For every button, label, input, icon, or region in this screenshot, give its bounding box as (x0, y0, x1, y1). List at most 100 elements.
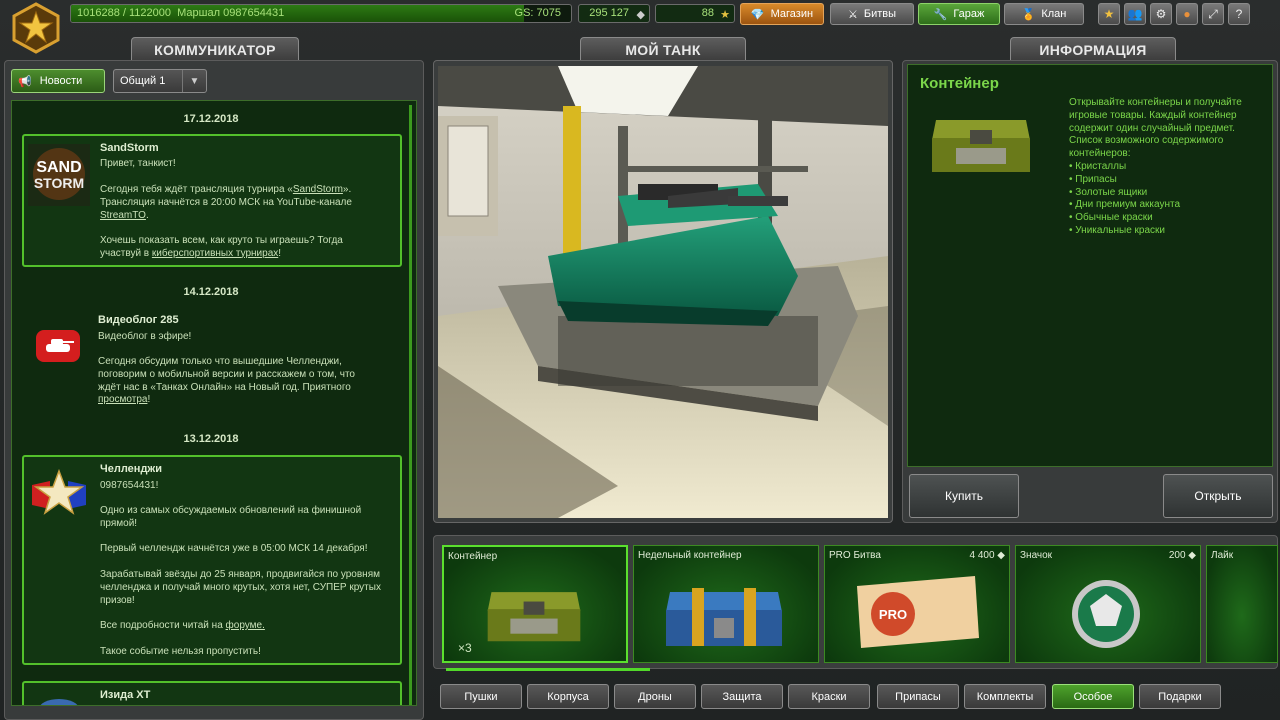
info-description: Открывайте контейнеры и получайте игровы… (1069, 97, 1265, 238)
language-icon[interactable]: ● (1176, 3, 1198, 25)
tab-my-tank[interactable]: МОЙ ТАНК (580, 37, 746, 61)
category-protection[interactable]: Защита (701, 684, 783, 709)
streamto-link[interactable]: StreamTO (100, 210, 146, 221)
experience-text: 1016288 / 1122000 Маршал 0987654431 (77, 7, 285, 19)
item-quantity: ×3 (458, 641, 472, 655)
item-name: Значок (1020, 550, 1053, 561)
news-title: SandStorm (100, 142, 159, 154)
wrench-icon: 🔧 (933, 8, 948, 21)
item-name: Недельный контейнер (638, 550, 742, 561)
news-card: SAND STORM SandStorm Привет, танкист! Се… (22, 134, 402, 267)
megaphone-icon: 📢 (18, 75, 32, 88)
news-card: Видеоблог 285 Видеоблог в эфире! Сегодня… (22, 308, 402, 438)
news-greeting: Видеоблог в эфире! (98, 331, 192, 342)
item-like[interactable]: Лайк (1206, 545, 1278, 663)
rank-icon (10, 2, 62, 54)
crystals-value: 295 127 (589, 7, 629, 19)
news-body: Одно из самых обсуждаемых обновлений на … (100, 505, 362, 529)
container-image (926, 100, 1036, 180)
news-date: 14.12.2018 (183, 286, 239, 298)
battles-button[interactable]: ⚔ Битвы (830, 3, 914, 25)
tournaments-link[interactable]: киберспортивных турнирах (152, 248, 278, 259)
settings-gear-icon[interactable]: ⚙ (1150, 3, 1172, 25)
challenge-star-icon (28, 463, 90, 525)
info-title: Контейнер (920, 75, 999, 92)
buy-button[interactable]: Купить (909, 474, 1019, 518)
video-link[interactable]: просмотра (98, 394, 147, 405)
content-list-item: • Уникальные краски (1069, 224, 1166, 236)
item-name: Лайк (1211, 550, 1234, 561)
svg-text:SAND: SAND (36, 159, 81, 176)
game-window: { "topbar": { "xp_text": "1016288 / 1122… (0, 0, 1280, 720)
news-feed[interactable]: 17.12.2018 SAND STORM SandStorm Привет, … (11, 100, 417, 706)
news-card: Изида XT (22, 681, 402, 705)
news-date: 13.12.2018 (183, 433, 239, 445)
item-pro-battle[interactable]: PRO Битва 4 400 ◆ PRO (824, 545, 1010, 663)
star-icon: ★ (720, 9, 730, 21)
content-list-item: • Обычные краски (1069, 212, 1153, 224)
isida-icon (28, 687, 90, 705)
weekly-container-icon (666, 588, 782, 646)
stars-counter: 88 ★ (655, 4, 735, 23)
container-icon (487, 592, 581, 642)
content-list-item: • Золотые ящики (1069, 186, 1148, 198)
garage-button[interactable]: 🔧 Гараж (918, 3, 1000, 25)
forum-link[interactable]: форуме. (226, 620, 265, 631)
shop-button[interactable]: 💎 Магазин (740, 3, 824, 25)
item-price: 4 400 ◆ (969, 550, 1005, 561)
channel-select[interactable]: Общий 1 ▼ (113, 69, 207, 93)
youtube-tank-icon (26, 314, 88, 376)
category-paints[interactable]: Краски (788, 684, 870, 709)
news-title: Изида XT (100, 689, 151, 701)
item-container[interactable]: Контейнер ×3 (442, 545, 628, 663)
category-kits[interactable]: Комплекты (964, 684, 1046, 709)
news-title: Видеоблог 285 (98, 314, 179, 326)
sandstorm-link[interactable]: SandStorm (293, 184, 343, 195)
category-special[interactable]: Особое (1052, 684, 1134, 709)
item-weekly-container[interactable]: Недельный контейнер (633, 545, 819, 663)
tank-garage-view[interactable] (438, 66, 888, 518)
badge-icon (1072, 580, 1140, 648)
item-name: Контейнер (448, 551, 498, 562)
content-list-item: • Кристаллы (1069, 160, 1127, 172)
medal-icon: 🏅 (1021, 8, 1036, 21)
strip-scrollbar[interactable] (446, 668, 650, 671)
category-drones[interactable]: Дроны (614, 684, 696, 709)
feed-scrollbar[interactable] (409, 105, 412, 705)
news-greeting: 0987654431! (100, 480, 159, 491)
news-body: Сегодня тебя ждёт трансляция турнира «Sa… (100, 184, 352, 221)
news-card: Челленджи 0987654431! Одно из самых обсу… (22, 455, 402, 665)
crossed-swords-icon: ⚔ (847, 8, 858, 21)
clan-button[interactable]: 🏅 Клан (1004, 3, 1084, 25)
news-body: Первый челлендж начнётся уже в 05:00 МСК… (100, 543, 368, 554)
news-body: Все подробности читай на форуме. (100, 620, 265, 631)
tab-communicator[interactable]: КОММУНИКАТОР (131, 37, 299, 61)
help-icon[interactable]: ? (1228, 3, 1250, 25)
item-name: PRO Битва (829, 550, 881, 561)
news-date: 17.12.2018 (183, 113, 239, 125)
item-badge[interactable]: Значок 200 ◆ (1015, 545, 1201, 663)
chevron-down-icon: ▼ (182, 70, 206, 92)
category-hulls[interactable]: Корпуса (527, 684, 609, 709)
gear-score: GS: 7075 (514, 7, 561, 19)
news-body: Хочешь показать всем, как круто ты играе… (100, 235, 343, 259)
news-body: Сегодня обсудим только что вышедшие Челл… (98, 356, 355, 406)
sandstorm-logo-icon: SAND STORM (28, 144, 90, 206)
category-supplies[interactable]: Припасы (877, 684, 959, 709)
item-price: 200 ◆ (1168, 550, 1196, 561)
news-greeting: Привет, танкист! (100, 158, 176, 169)
category-gifts[interactable]: Подарки (1139, 684, 1221, 709)
pro-battle-ticket-icon: PRO (857, 576, 979, 648)
svg-text:STORM: STORM (34, 175, 84, 191)
open-button[interactable]: Открыть (1163, 474, 1273, 518)
content-list-item: • Припасы (1069, 173, 1117, 185)
tab-information[interactable]: ИНФОРМАЦИЯ (1010, 37, 1176, 61)
news-button[interactable]: 📢 Новости (11, 69, 105, 93)
friends-icon[interactable]: 👥 (1124, 3, 1146, 25)
stars-value: 88 (701, 7, 714, 19)
fullscreen-icon[interactable]: ⤢ (1202, 3, 1224, 25)
star-rewards-icon[interactable]: ★ (1098, 3, 1120, 25)
crystals-counter: 295 127 ◆ (578, 4, 650, 23)
category-guns[interactable]: Пушки (440, 684, 522, 709)
news-body: Зарабатывай звёзды до 25 января, продвиг… (100, 569, 381, 606)
